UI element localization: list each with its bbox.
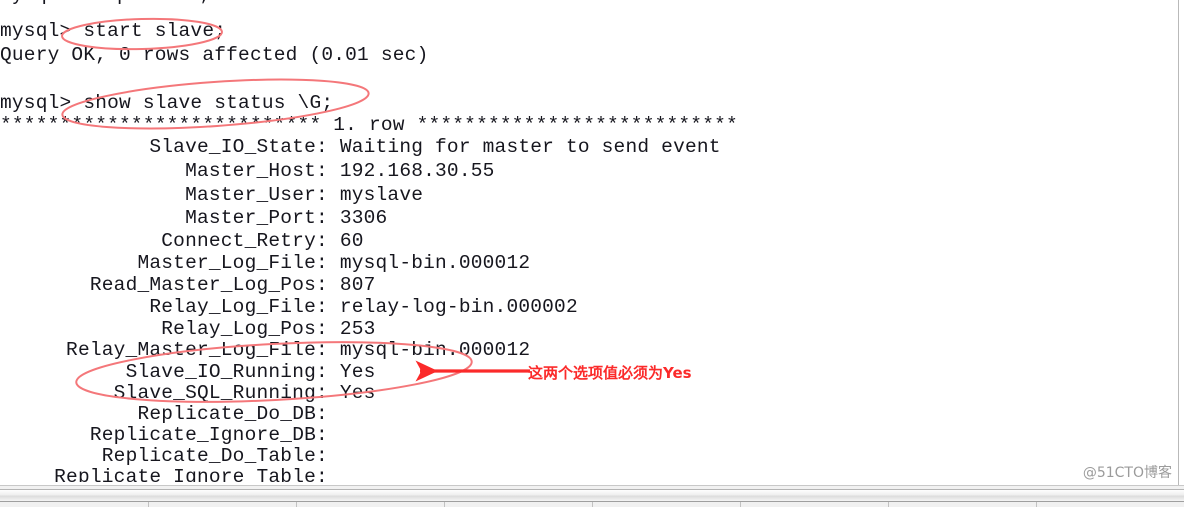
status-row-value: mysql-bin.000012 bbox=[339, 252, 531, 274]
status-row-label: Replicate_Ignore_Table bbox=[54, 466, 316, 482]
scrollbar-track[interactable] bbox=[0, 489, 1184, 502]
terminal-output-pane[interactable]: mysql> stop slave; mysql> start slave; Q… bbox=[0, 0, 1178, 482]
status-row-value: relay-log-bin.000002 bbox=[339, 296, 578, 318]
status-row-replicate-ignore-table: Replicate_Ignore_Table: bbox=[0, 465, 1178, 482]
status-row-value: 3306 bbox=[339, 207, 388, 229]
annotation-note-text: 这两个选项值必须为Yes bbox=[528, 364, 692, 382]
status-row-separator: : bbox=[316, 160, 340, 182]
status-row-master-port: Master_Port: 3306 bbox=[0, 206, 1178, 230]
terminal-line-command-start-slave: mysql> start slave; bbox=[0, 20, 227, 42]
status-row-value: Yes bbox=[339, 361, 376, 383]
status-row-separator: : bbox=[316, 136, 340, 158]
status-row-separator: : bbox=[316, 274, 340, 296]
scrollbar-tick bbox=[296, 502, 297, 507]
scrollbar-tick bbox=[444, 502, 445, 507]
terminal-line-result-start-slave: Query OK, 0 rows affected (0.01 sec) bbox=[0, 44, 429, 66]
scrollbar-tick bbox=[1036, 502, 1037, 507]
watermark-label: @51CTO博客 bbox=[1082, 465, 1172, 481]
status-row-label: Master_Log_File bbox=[137, 252, 316, 274]
terminal-line-command-show-slave-status: mysql> show slave status \G; bbox=[0, 92, 334, 114]
status-row-label: Master_Host bbox=[185, 160, 316, 182]
status-row-master-host: Master_Host: 192.168.30.55 bbox=[0, 159, 1178, 183]
status-row-label: Connect_Retry bbox=[161, 230, 316, 252]
status-row-separator: : bbox=[316, 361, 340, 383]
status-row-read-master-log-pos: Read_Master_Log_Pos: 807 bbox=[0, 273, 1178, 297]
status-row-separator: : bbox=[316, 339, 340, 361]
status-row-value: Yes bbox=[339, 382, 376, 404]
status-row-separator: : bbox=[316, 252, 340, 274]
top-cutoff-line: mysql> stop slave; bbox=[0, 0, 1178, 4]
status-row-separator: : bbox=[316, 207, 340, 229]
status-row-separator: : bbox=[316, 403, 340, 425]
status-row-separator: : bbox=[316, 382, 340, 404]
status-row-label: Relay_Log_File bbox=[149, 296, 316, 318]
status-row-label: Relay_Master_Log_File bbox=[66, 339, 316, 361]
status-row-label: Master_Port bbox=[185, 207, 316, 229]
status-row-separator: : bbox=[316, 445, 340, 467]
status-row-label: Slave_IO_State bbox=[149, 136, 316, 158]
scrollbar-tick bbox=[888, 502, 889, 507]
window-right-edge bbox=[1178, 0, 1184, 485]
status-row-master-log-file: Master_Log_File: mysql-bin.000012 bbox=[0, 251, 1178, 275]
status-row-connect-retry: Connect_Retry: 60 bbox=[0, 229, 1178, 253]
status-row-relay-master-log-file: Relay_Master_Log_File: mysql-bin.000012 bbox=[0, 338, 1178, 362]
status-row-label: Read_Master_Log_Pos bbox=[89, 274, 316, 296]
scrollbar-tick bbox=[740, 502, 741, 507]
status-row-relay-log-file: Relay_Log_File: relay-log-bin.000002 bbox=[0, 295, 1178, 319]
horizontal-scrollbar[interactable] bbox=[0, 485, 1184, 507]
status-row-value: myslave bbox=[339, 184, 424, 206]
status-row-value: 253 bbox=[339, 318, 376, 340]
status-row-slave-io-state: Slave_IO_State: Waiting for master to se… bbox=[0, 135, 1178, 159]
status-row-separator: : bbox=[316, 318, 340, 340]
status-row-label: Master_User bbox=[185, 184, 316, 206]
status-row-value: 60 bbox=[339, 230, 364, 252]
scrollbar-tick bbox=[148, 502, 149, 507]
terminal-line-row-separator: *************************** 1. row *****… bbox=[0, 114, 738, 136]
status-row-separator: : bbox=[316, 296, 340, 318]
status-row-value: Waiting for master to send event bbox=[339, 136, 721, 158]
terminal-screenshot: mysql> stop slave; mysql> start slave; Q… bbox=[0, 0, 1184, 507]
status-row-value: 192.168.30.55 bbox=[339, 160, 495, 182]
status-row-separator: : bbox=[316, 424, 340, 446]
status-row-separator: : bbox=[316, 230, 340, 252]
status-row-separator: : bbox=[316, 466, 340, 482]
status-row-master-user: Master_User: myslave bbox=[0, 183, 1178, 207]
status-row-separator: : bbox=[316, 184, 340, 206]
scrollbar-tick bbox=[592, 502, 593, 507]
status-row-value: 807 bbox=[339, 274, 376, 296]
status-row-value: mysql-bin.000012 bbox=[339, 339, 531, 361]
